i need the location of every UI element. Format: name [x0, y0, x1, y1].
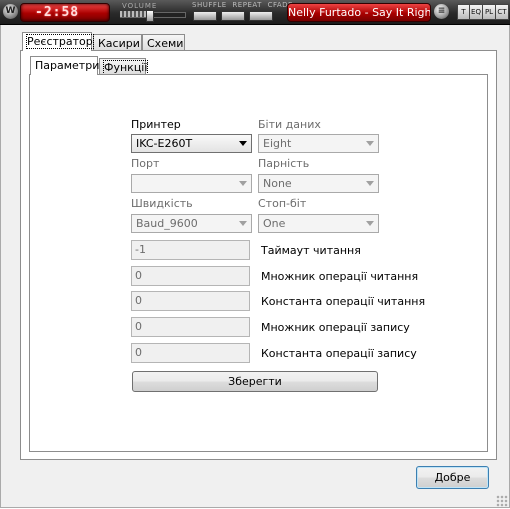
crossfade-button[interactable] — [249, 11, 273, 21]
tab-registrator[interactable]: Реєстратор — [22, 32, 94, 51]
stop-bits-select[interactable]: One — [258, 214, 379, 233]
parity-select[interactable]: None — [258, 174, 379, 193]
speed-select[interactable]: Baud_9600 — [131, 214, 252, 233]
read-timeout-label: Таймаут читання — [261, 244, 361, 257]
toggle-eq-button[interactable]: EQ — [469, 4, 483, 20]
tab-parameters-label: Параметри — [35, 59, 100, 72]
track-title-display[interactable]: Nelly Furtado - Say It Right — [287, 3, 431, 22]
write-multiplier-label: Множник операції запису — [261, 321, 410, 334]
write-constant-label: Константа операції запису — [261, 347, 417, 360]
chevron-down-icon — [239, 221, 247, 226]
save-button[interactable]: Зберегти — [132, 371, 378, 392]
resize-grip-icon[interactable] — [496, 495, 508, 507]
port-label: Порт — [131, 157, 160, 170]
parity-label: Парність — [258, 157, 310, 170]
read-timeout-value: -1 — [135, 243, 146, 256]
write-multiplier-value: 0 — [135, 320, 142, 333]
chevron-down-icon — [366, 221, 374, 226]
tab-parameters[interactable]: Параметри — [30, 56, 100, 75]
mode-labels: SHUFFLE REPEAT CFADE — [192, 1, 293, 9]
player-bar: W -2:58 VOLUME SHUFFLE REPEAT CFADE Nell… — [0, 0, 510, 25]
volume-slider-handle[interactable] — [146, 10, 154, 22]
read-timeout-input[interactable]: -1 — [131, 240, 250, 260]
time-display-text: -2:58 — [35, 5, 80, 20]
read-constant-value: 0 — [135, 294, 142, 307]
tab-schemes[interactable]: Схеми — [142, 34, 185, 51]
tab-registrator-label: Реєстратор — [26, 34, 94, 49]
read-multiplier-input[interactable]: 0 — [131, 266, 250, 286]
data-bits-label: Біти даних — [258, 118, 321, 131]
write-multiplier-input[interactable]: 0 — [131, 317, 250, 337]
tab-functions-label: Функції — [102, 60, 149, 75]
parity-select-value: None — [263, 177, 292, 190]
toggle-ct-button[interactable]: CT — [495, 4, 509, 20]
toggle-pl-button[interactable]: PL — [482, 4, 496, 20]
track-title-text: Nelly Furtado - Say It Right — [288, 6, 431, 19]
read-constant-input[interactable]: 0 — [131, 291, 250, 311]
time-display[interactable]: -2:58 — [20, 3, 110, 22]
chevron-down-icon — [366, 141, 374, 146]
menu-icon[interactable]: ≡ — [434, 4, 449, 19]
shuffle-button[interactable] — [193, 11, 217, 21]
tab-cashiers-label: Касири — [98, 37, 140, 50]
chevron-down-icon — [366, 181, 374, 186]
write-constant-value: 0 — [135, 346, 142, 359]
tab-functions[interactable]: Функції — [99, 58, 149, 75]
volume-level-fill — [120, 11, 149, 17]
ok-button[interactable]: Добре — [416, 466, 489, 489]
printer-select[interactable]: IKC-E260T — [131, 134, 252, 153]
read-constant-label: Константа операції читання — [261, 295, 426, 308]
data-bits-select[interactable]: Eight — [258, 134, 379, 153]
printer-label: Принтер — [131, 118, 181, 131]
tab-cashiers[interactable]: Касири — [93, 34, 142, 51]
speed-select-value: Baud_9600 — [136, 217, 198, 230]
stop-bits-label: Стоп-біт — [258, 197, 307, 210]
winamp-logo-icon: W — [5, 6, 16, 16]
port-select[interactable] — [131, 174, 252, 193]
speed-label: Швидкість — [131, 197, 193, 210]
repeat-button[interactable] — [221, 11, 245, 21]
tab-schemes-label: Схеми — [147, 37, 184, 50]
write-constant-input[interactable]: 0 — [131, 343, 250, 363]
chevron-down-icon — [239, 141, 247, 146]
chevron-down-icon — [239, 181, 247, 186]
volume-label: VOLUME — [122, 2, 158, 10]
player-logo-button[interactable]: W — [3, 4, 18, 19]
data-bits-select-value: Eight — [263, 137, 292, 150]
stop-bits-select-value: One — [263, 217, 286, 230]
read-multiplier-label: Множник операції читання — [261, 270, 419, 283]
printer-select-value: IKC-E260T — [136, 137, 193, 150]
read-multiplier-value: 0 — [135, 269, 142, 282]
